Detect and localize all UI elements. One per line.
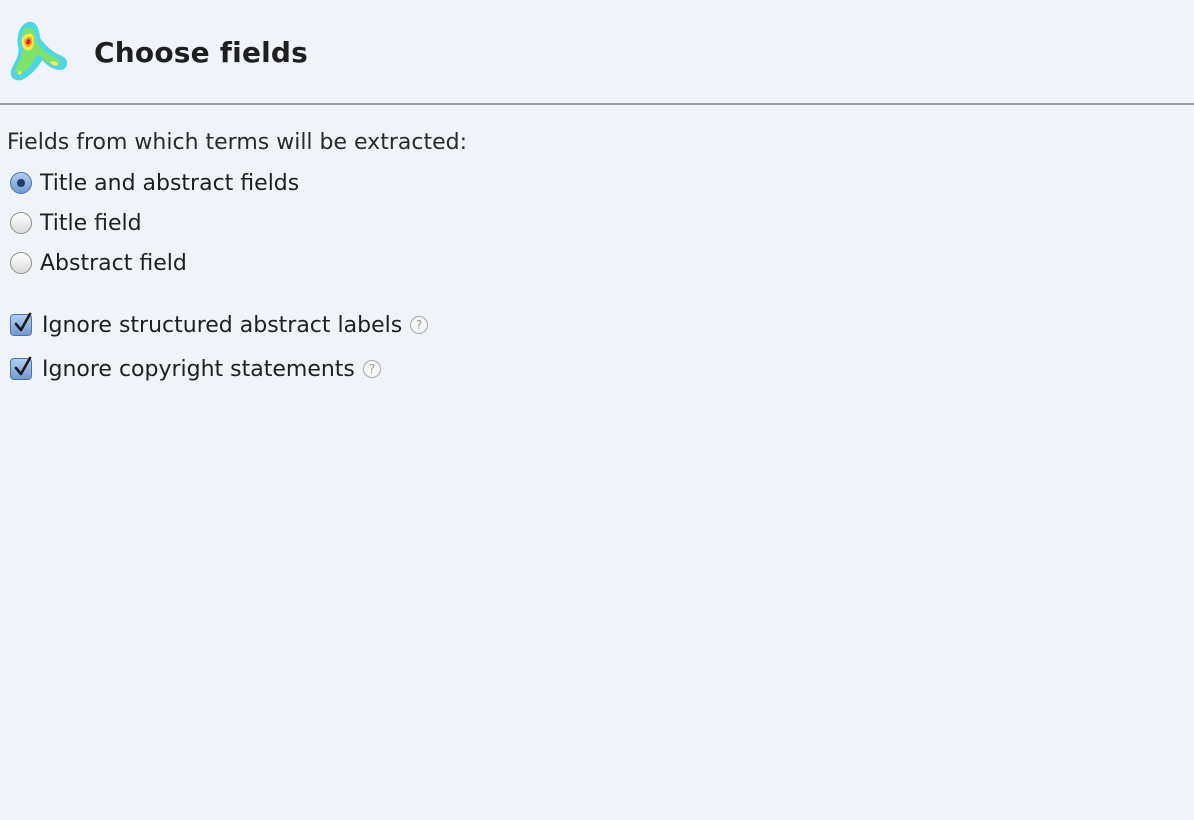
- help-icon[interactable]: ?: [362, 360, 381, 378]
- radio-abstract-field[interactable]: Abstract field: [10, 248, 187, 278]
- checkbox-ignore-structured-abstract-labels[interactable]: Ignore structured abstract labels ?: [10, 310, 429, 340]
- help-icon[interactable]: ?: [410, 316, 429, 334]
- checkbox-ignore-copyright-statements[interactable]: Ignore copyright statements ?: [10, 354, 381, 384]
- radio-button[interactable]: [10, 252, 32, 274]
- checkbox-label: Ignore copyright statements: [42, 356, 355, 382]
- wizard-header: Choose fields: [0, 0, 1194, 104]
- radio-button-selected[interactable]: [10, 172, 32, 194]
- radio-title-and-abstract[interactable]: Title and abstract fields: [10, 168, 299, 198]
- radio-title-field[interactable]: Title field: [10, 208, 142, 238]
- heatmap-logo-icon: [10, 21, 68, 81]
- radio-button[interactable]: [10, 212, 32, 234]
- radio-label: Abstract field: [40, 250, 187, 276]
- radio-label: Title and abstract fields: [40, 170, 300, 196]
- checkbox-label: Ignore structured abstract labels: [42, 312, 403, 338]
- checkmark-icon: [14, 312, 32, 332]
- checkbox-checked[interactable]: [10, 356, 32, 380]
- radio-label: Title field: [40, 210, 142, 236]
- checkmark-icon: [14, 356, 32, 376]
- header-divider: [0, 103, 1194, 105]
- checkbox-checked[interactable]: [10, 312, 32, 336]
- page-title: Choose fields: [94, 36, 309, 69]
- fields-section-label: Fields from which terms will be extracte…: [7, 130, 467, 155]
